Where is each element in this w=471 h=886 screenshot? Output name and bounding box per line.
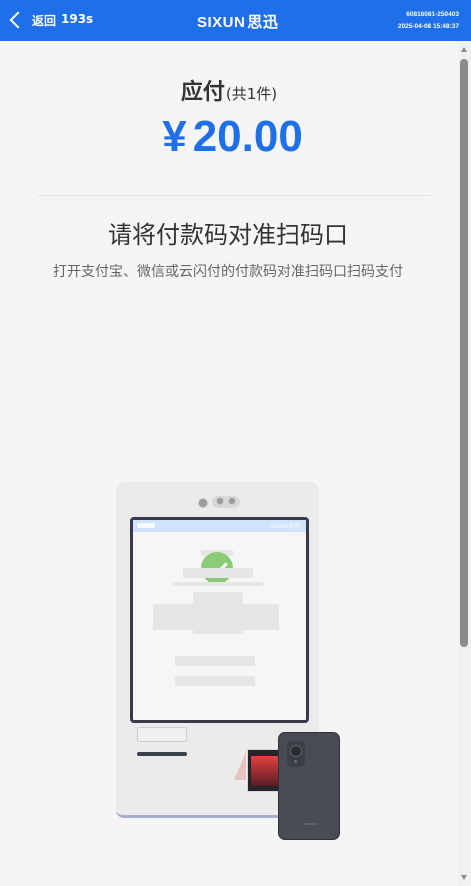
payment-title-label: 应付 [180,80,225,105]
item-count: (共1件) [225,85,278,103]
smartphone-icon [278,732,340,840]
amount-value: 20.00 [192,112,303,161]
placeholder-block [233,604,279,630]
scroll-up-arrow-icon[interactable] [461,47,467,52]
placeholder-block [175,676,255,686]
currency-symbol: ¥ [162,112,187,161]
phone-camera-module [287,741,305,767]
phone-flash-icon [294,760,297,763]
divider [38,195,431,196]
scan-beam [234,752,246,780]
scrollbar[interactable] [458,41,471,886]
scanner-light [251,756,281,786]
chevron-left-icon [9,11,27,29]
camera-module [212,496,240,508]
placeholder-block [183,568,253,578]
payment-title: 应付(共1件) [0,74,458,106]
camera-icon [198,498,208,508]
countdown-timer: 193s [61,12,94,26]
device-id: 60816081-250403 [406,11,459,18]
kiosk-screen-header-left [137,523,155,528]
scan-instruction: 请将付款码对准扫码口 [108,221,348,249]
camera-lens-icon [216,497,224,505]
phone-logo [303,823,317,825]
phone-camera-icon [290,745,302,757]
scan-instruction-detail: 打开支付宝、微信或云闪付的付款码对准扫码口扫码支付 [53,264,403,280]
kiosk-screen-header: SIXUN思迅 [133,520,306,532]
brand-name-cn: 思迅 [247,14,279,31]
placeholder-block [173,582,263,586]
back-label: 返回 [32,13,57,28]
card-slot [137,727,187,742]
kiosk-screen-brand: SIXUN思迅 [269,524,300,530]
brand-name-en: SIXUN [197,14,246,31]
camera-lens-icon [228,497,236,505]
scroll-down-arrow-icon[interactable] [461,875,467,880]
receipt-slot [137,752,187,756]
back-button[interactable]: 返回 [8,10,56,30]
placeholder-block [175,656,255,666]
payment-amount: ¥20.00 [0,112,465,162]
top-bar: 返回 193s SIXUN 思迅 60816081-250403 2025-04-… [0,0,471,41]
device-info: 60816081-250403 2025-04-08 15:48:37 [398,9,459,33]
datetime: 2025-04-08 15:48:37 [397,23,459,30]
payment-screen: 返回 193s SIXUN 思迅 60816081-250403 2025-04-… [0,0,471,886]
kiosk-screen: SIXUN思迅 [130,517,309,723]
brand-logo: SIXUN 思迅 [197,11,278,32]
